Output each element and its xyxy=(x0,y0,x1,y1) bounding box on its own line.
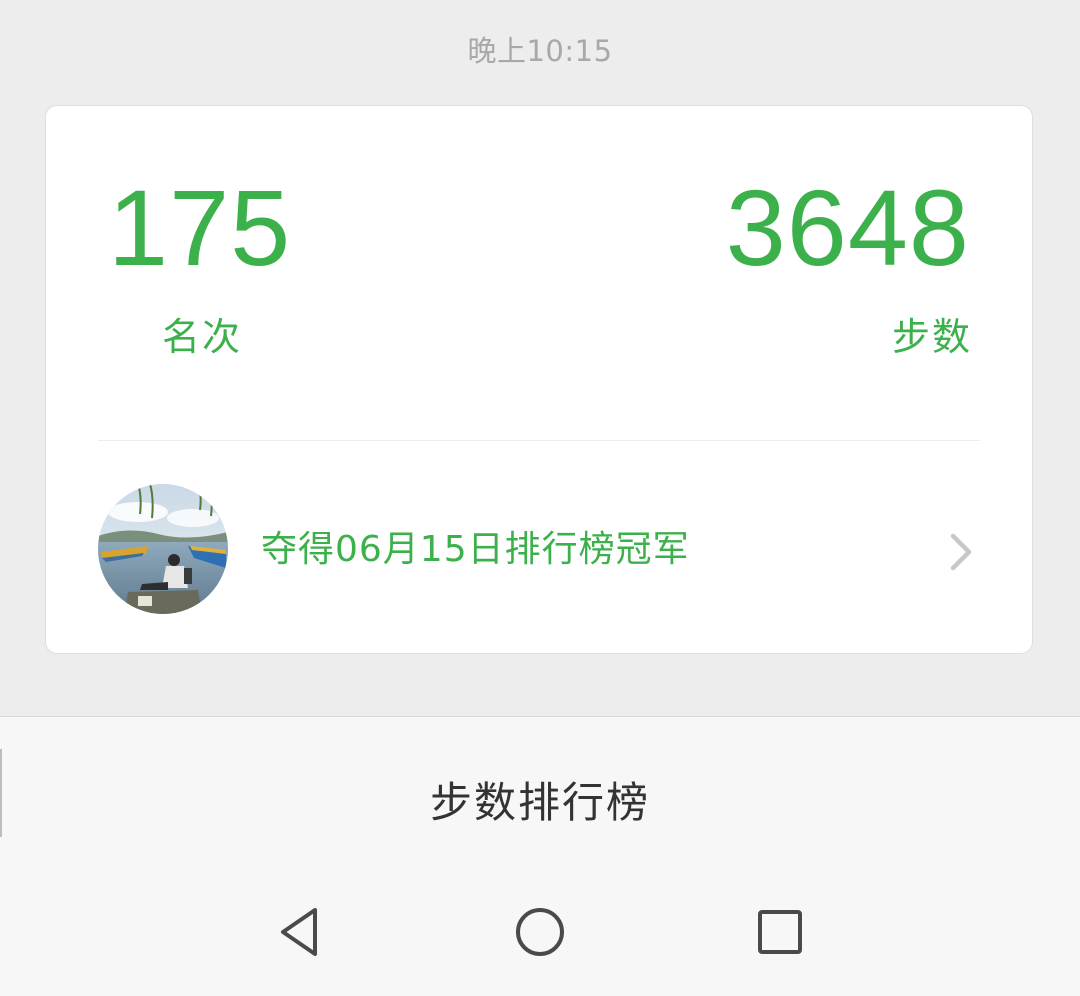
steps-label: 步数 xyxy=(891,315,972,359)
navigation-bar xyxy=(0,887,1080,977)
steps-value: 3648 xyxy=(725,167,970,288)
message-timestamp: 晚上10:15 xyxy=(467,34,613,68)
step-ranking-card[interactable]: 175 名次 3648 步数 夺得06月15日排行榜冠军 xyxy=(45,105,1033,654)
rank-value: 175 xyxy=(108,167,292,288)
bottom-panel: 步数排行榜 xyxy=(0,716,1080,996)
recent-apps-square-icon[interactable] xyxy=(735,887,825,977)
champion-message: 夺得06月15日排行榜冠军 xyxy=(261,529,690,570)
champion-row[interactable]: 夺得06月15日排行榜冠军 xyxy=(46,484,1032,614)
back-triangle-icon[interactable] xyxy=(255,887,345,977)
chevron-right-icon xyxy=(948,532,974,576)
card-divider xyxy=(98,440,980,441)
home-circle-icon[interactable] xyxy=(495,887,585,977)
avatar[interactable] xyxy=(98,484,228,614)
leaderboard-link[interactable]: 步数排行榜 xyxy=(0,769,1080,830)
rank-label: 名次 xyxy=(162,315,243,359)
